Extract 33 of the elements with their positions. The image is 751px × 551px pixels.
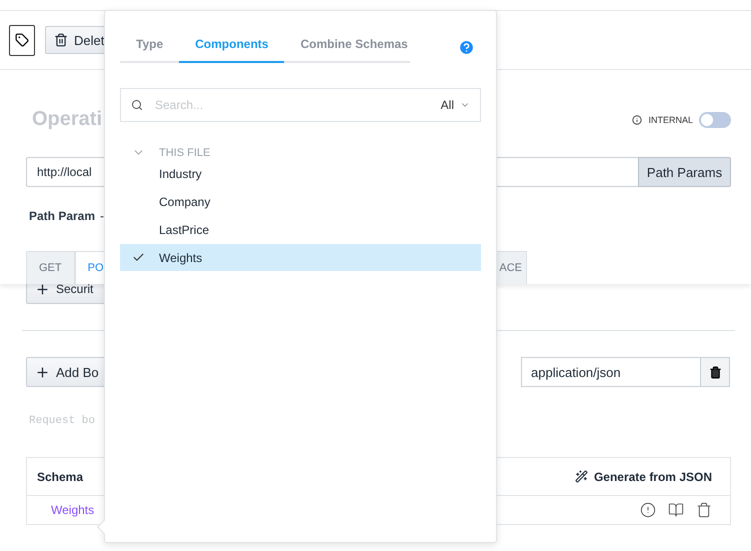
search-icon	[131, 99, 143, 111]
search-field[interactable]: Search... All	[120, 88, 481, 122]
path-param-label: Path Param	[29, 209, 96, 223]
tag-icon	[15, 33, 29, 47]
trash-icon	[708, 366, 722, 378]
help-icon[interactable]	[458, 38, 475, 56]
info-icon	[632, 114, 642, 124]
filter-select[interactable]: All	[440, 98, 454, 112]
trash-icon[interactable]	[696, 502, 712, 518]
component-item[interactable]: Company	[120, 188, 481, 215]
delete-content-type-button[interactable]	[701, 357, 730, 387]
component-item[interactable]: LastPrice	[120, 216, 481, 243]
wand-icon	[574, 470, 588, 483]
trash-icon	[54, 33, 68, 47]
schema-header: Schema	[37, 470, 84, 484]
component-item[interactable]: Industry	[120, 160, 481, 187]
operation-title: Operati	[32, 108, 102, 131]
path-param-value: -	[100, 209, 104, 223]
warning-icon[interactable]	[640, 502, 656, 518]
generate-from-json-button[interactable]: Generate from JSON	[574, 470, 712, 484]
component-item[interactable]: Weights	[120, 244, 481, 271]
method-tab[interactable]: ACE	[494, 251, 527, 284]
tag-button[interactable]	[9, 24, 35, 56]
plus-icon	[35, 282, 50, 296]
path-params-button[interactable]: Path Params	[638, 157, 731, 187]
group-label: THIS FILE	[159, 146, 210, 158]
internal-label: INTERNAL	[648, 114, 693, 124]
book-icon[interactable]	[668, 502, 684, 518]
plus-icon	[35, 364, 50, 380]
method-tab[interactable]: GET	[26, 251, 75, 284]
schema-link[interactable]: Weights	[51, 503, 94, 517]
internal-toggle[interactable]	[699, 112, 731, 128]
content-type-field[interactable]: application/json	[521, 357, 701, 387]
